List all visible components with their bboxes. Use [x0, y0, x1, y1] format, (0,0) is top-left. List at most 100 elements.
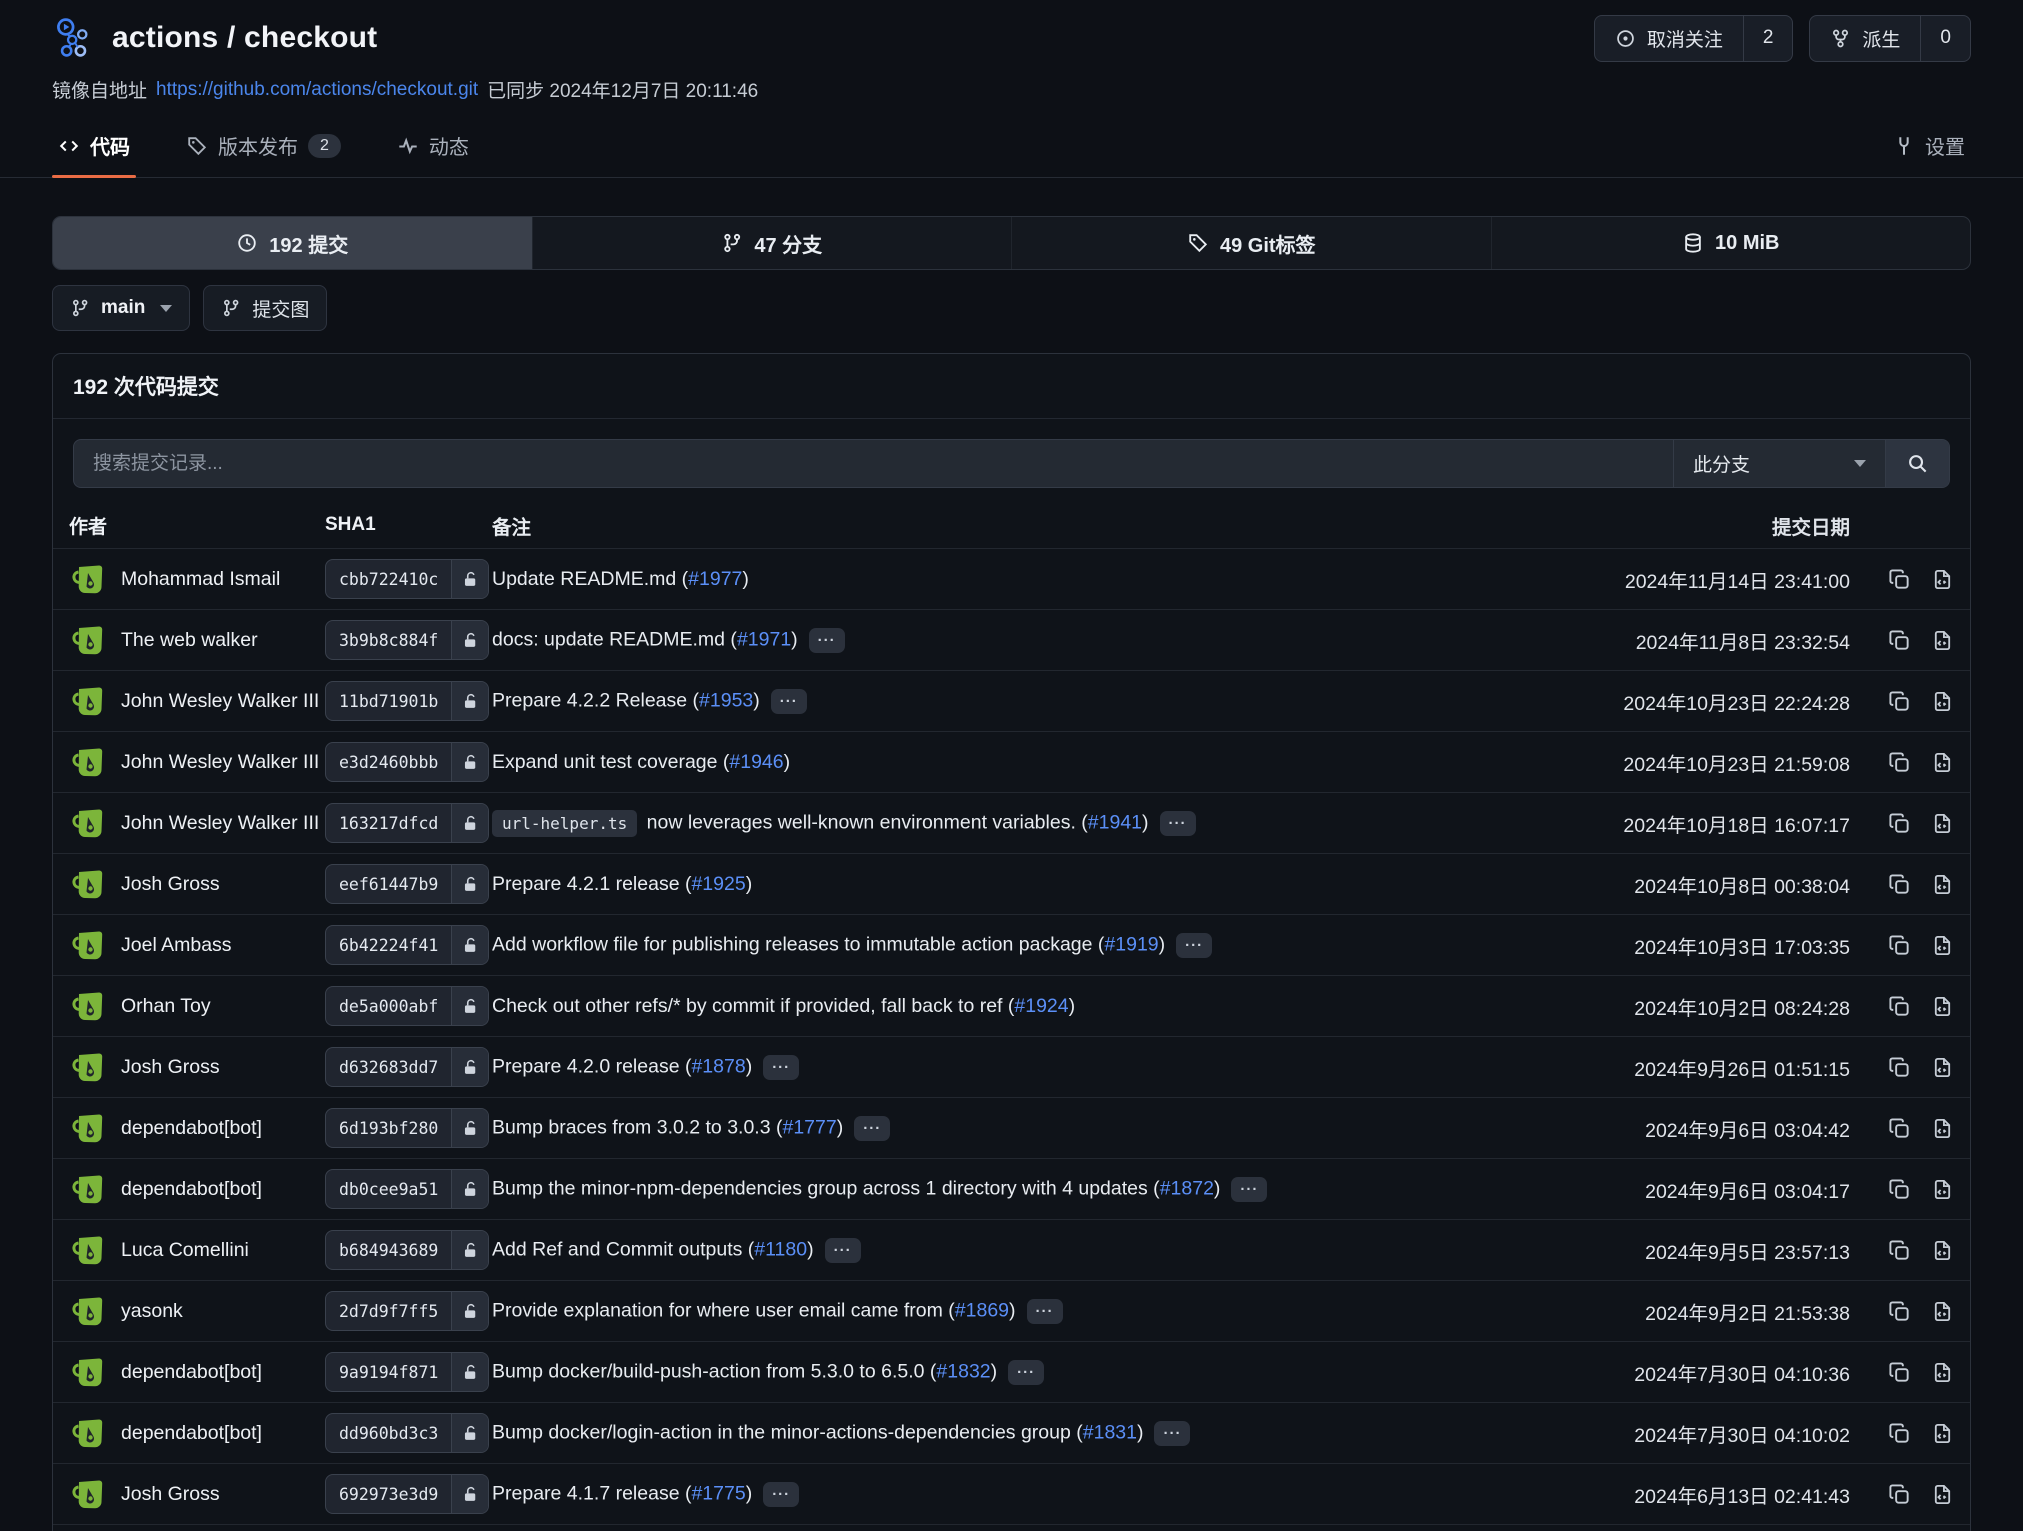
- copy-sha-button[interactable]: [1888, 995, 1911, 1018]
- commit-author-cell[interactable]: John Wesley Walker III: [69, 805, 325, 842]
- commit-author-cell[interactable]: dependabot[bot]: [69, 1110, 325, 1147]
- forks-count[interactable]: 0: [1920, 16, 1970, 61]
- tab-settings[interactable]: 设置: [1887, 119, 1971, 177]
- commit-author-cell[interactable]: Joel Ambass: [69, 927, 325, 964]
- more-button[interactable]: ···: [809, 628, 845, 653]
- commit-author-cell[interactable]: Mohammad Ismail: [69, 561, 325, 598]
- browse-source-button[interactable]: [1931, 934, 1954, 957]
- copy-sha-button[interactable]: [1888, 812, 1911, 835]
- more-button[interactable]: ···: [1231, 1177, 1267, 1202]
- more-button[interactable]: ···: [771, 689, 807, 714]
- browse-source-button[interactable]: [1931, 1117, 1954, 1140]
- browse-source-button[interactable]: [1931, 568, 1954, 591]
- commit-sha-button[interactable]: e3d2460bbb: [325, 742, 489, 782]
- commit-sha-button[interactable]: 692973e3d9: [325, 1474, 489, 1514]
- commit-sha-button[interactable]: eef61447b9: [325, 864, 489, 904]
- avatar[interactable]: [69, 1293, 106, 1330]
- commit-sha-button[interactable]: 11bd71901b: [325, 681, 489, 721]
- commit-sha-button[interactable]: d632683dd7: [325, 1047, 489, 1087]
- avatar[interactable]: [69, 1415, 106, 1452]
- avatar[interactable]: [69, 988, 106, 1025]
- copy-sha-button[interactable]: [1888, 1239, 1911, 1262]
- copy-sha-button[interactable]: [1888, 934, 1911, 957]
- avatar[interactable]: [69, 561, 106, 598]
- avatar[interactable]: [69, 1232, 106, 1269]
- commit-author-cell[interactable]: Josh Gross: [69, 1476, 325, 1513]
- pr-link[interactable]: #1777: [782, 1116, 836, 1138]
- commit-author-cell[interactable]: yasonk: [69, 1293, 325, 1330]
- commit-graph-button[interactable]: 提交图: [203, 285, 327, 331]
- commit-sha-button[interactable]: dd960bd3c3: [325, 1413, 489, 1453]
- avatar[interactable]: [69, 1049, 106, 1086]
- branch-selector[interactable]: main: [52, 285, 190, 331]
- avatar[interactable]: [69, 927, 106, 964]
- browse-source-button[interactable]: [1931, 1422, 1954, 1445]
- more-button[interactable]: ···: [1027, 1299, 1063, 1324]
- avatar[interactable]: [69, 866, 106, 903]
- browse-source-button[interactable]: [1931, 1239, 1954, 1262]
- commit-author-cell[interactable]: John Wesley Walker III: [69, 744, 325, 781]
- pr-link[interactable]: #1832: [936, 1360, 990, 1382]
- copy-sha-button[interactable]: [1888, 1178, 1911, 1201]
- browse-source-button[interactable]: [1931, 1178, 1954, 1201]
- watchers-count[interactable]: 2: [1743, 16, 1793, 61]
- commit-sha-button[interactable]: 163217dfcd: [325, 803, 489, 843]
- more-button[interactable]: ···: [1154, 1421, 1190, 1446]
- commit-author-cell[interactable]: dependabot[bot]: [69, 1415, 325, 1452]
- fork-button[interactable]: 派生 0: [1809, 15, 1971, 62]
- copy-sha-button[interactable]: [1888, 751, 1911, 774]
- unwatch-button[interactable]: 取消关注 2: [1594, 15, 1794, 62]
- more-button[interactable]: ···: [1008, 1360, 1044, 1385]
- search-button[interactable]: [1885, 440, 1949, 487]
- stat-tags[interactable]: 49 Git标签: [1011, 217, 1491, 269]
- stat-size[interactable]: 10 MiB: [1491, 217, 1971, 269]
- browse-source-button[interactable]: [1931, 995, 1954, 1018]
- pr-link[interactable]: #1925: [691, 873, 745, 895]
- pr-link[interactable]: #1946: [729, 751, 783, 773]
- commit-author-cell[interactable]: Orhan Toy: [69, 988, 325, 1025]
- commit-author-cell[interactable]: The web walker: [69, 622, 325, 659]
- browse-source-button[interactable]: [1931, 873, 1954, 896]
- pr-link[interactable]: #1953: [699, 689, 753, 711]
- commit-author-cell[interactable]: dependabot[bot]: [69, 1171, 325, 1208]
- more-button[interactable]: ···: [825, 1238, 861, 1263]
- copy-sha-button[interactable]: [1888, 1117, 1911, 1140]
- commit-author-cell[interactable]: Josh Gross: [69, 1049, 325, 1086]
- avatar[interactable]: [69, 1354, 106, 1391]
- tab-code[interactable]: 代码: [52, 119, 136, 177]
- commit-author-cell[interactable]: Josh Gross: [69, 866, 325, 903]
- stat-commits[interactable]: 192 提交: [53, 217, 532, 269]
- commit-author-cell[interactable]: John Wesley Walker III: [69, 683, 325, 720]
- browse-source-button[interactable]: [1931, 1056, 1954, 1079]
- commit-sha-button[interactable]: de5a000abf: [325, 986, 489, 1026]
- commit-author-cell[interactable]: dependabot[bot]: [69, 1354, 325, 1391]
- avatar[interactable]: [69, 622, 106, 659]
- avatar[interactable]: [69, 1171, 106, 1208]
- pr-link[interactable]: #1775: [691, 1482, 745, 1504]
- pr-link[interactable]: #1919: [1104, 933, 1158, 955]
- browse-source-button[interactable]: [1931, 629, 1954, 652]
- commit-sha-button[interactable]: cbb722410c: [325, 559, 489, 599]
- copy-sha-button[interactable]: [1888, 629, 1911, 652]
- commit-sha-button[interactable]: db0cee9a51: [325, 1169, 489, 1209]
- copy-sha-button[interactable]: [1888, 568, 1911, 591]
- browse-source-button[interactable]: [1931, 1361, 1954, 1384]
- copy-sha-button[interactable]: [1888, 1422, 1911, 1445]
- commit-sha-button[interactable]: 3b9b8c884f: [325, 620, 489, 660]
- stat-branches[interactable]: 47 分支: [532, 217, 1012, 269]
- branch-scope-select[interactable]: 此分支: [1673, 440, 1885, 487]
- pr-link[interactable]: #1872: [1160, 1177, 1214, 1199]
- copy-sha-button[interactable]: [1888, 1483, 1911, 1506]
- mirror-url-link[interactable]: https://github.com/actions/checkout.git: [156, 79, 478, 101]
- copy-sha-button[interactable]: [1888, 873, 1911, 896]
- copy-sha-button[interactable]: [1888, 1056, 1911, 1079]
- copy-sha-button[interactable]: [1888, 690, 1911, 713]
- browse-source-button[interactable]: [1931, 1300, 1954, 1323]
- pr-link[interactable]: #1180: [754, 1238, 807, 1260]
- commit-sha-button[interactable]: 6d193bf280: [325, 1108, 489, 1148]
- avatar[interactable]: [69, 805, 106, 842]
- commit-sha-button[interactable]: b684943689: [325, 1230, 489, 1270]
- more-button[interactable]: ···: [1160, 811, 1196, 836]
- commit-sha-button[interactable]: 9a9194f871: [325, 1352, 489, 1392]
- more-button[interactable]: ···: [763, 1055, 799, 1080]
